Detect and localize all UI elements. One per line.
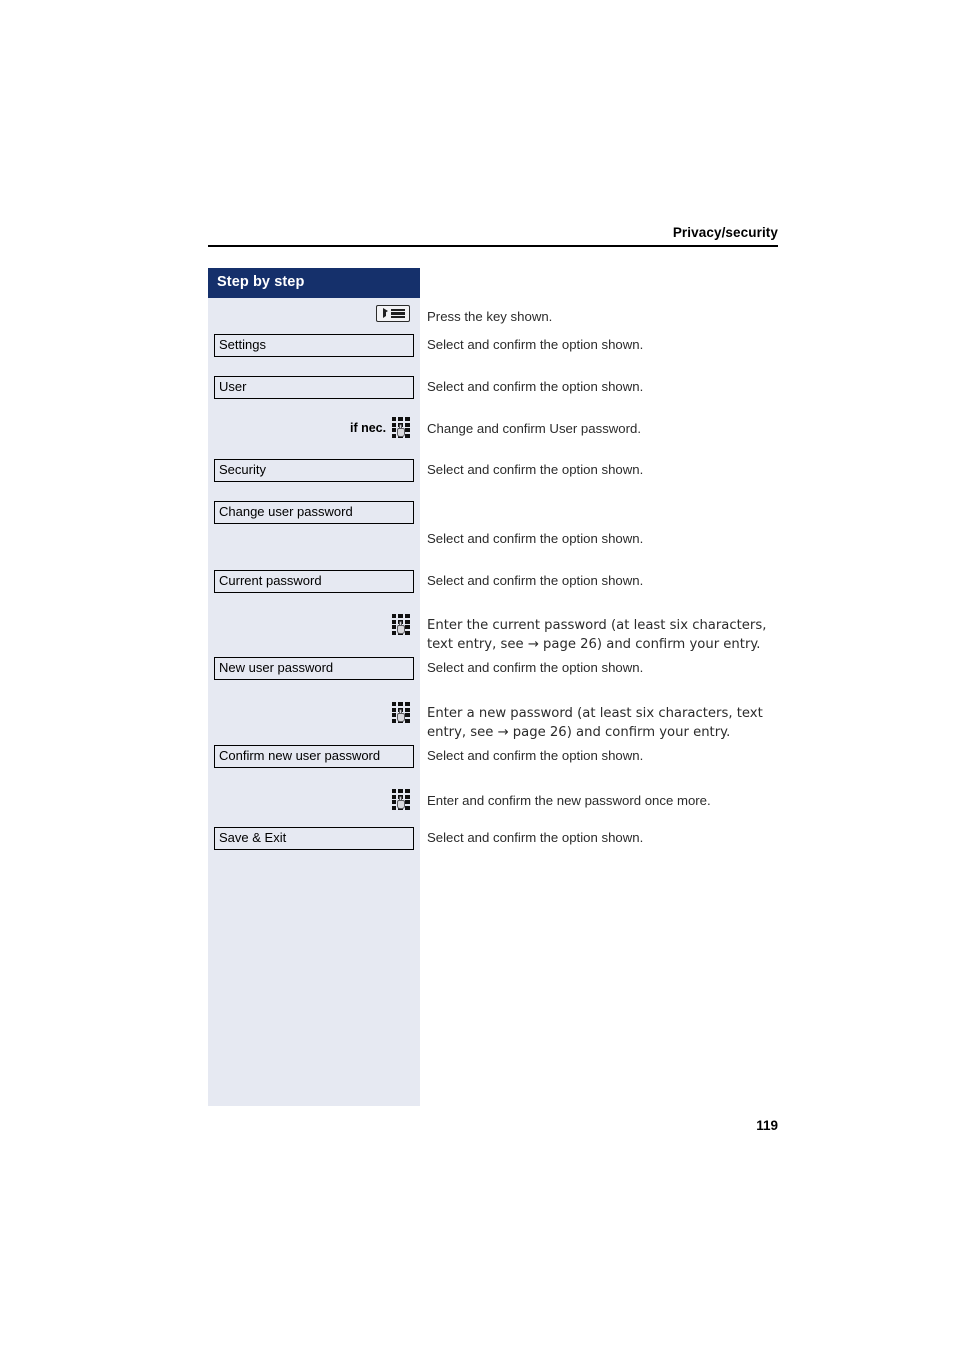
menu-item-change-user-password[interactable]: Change user password — [214, 501, 414, 524]
step-by-step-title: Step by step — [217, 274, 305, 290]
instruction-confirm-new-user-password: Select and confirm the option shown. — [427, 748, 644, 763]
menu-item-save-and-exit-label: Save & Exit — [219, 830, 287, 845]
instruction-settings: Select and confirm the option shown. — [427, 337, 644, 352]
keypad-icon[interactable] — [391, 614, 410, 635]
menu-key-icon[interactable] — [375, 305, 410, 323]
keypad-icon[interactable] — [391, 702, 410, 723]
page-number: 119 — [756, 1118, 778, 1133]
menu-item-security-label: Security — [219, 462, 266, 477]
menu-item-user-label: User — [219, 379, 247, 394]
instruction-new-user-password: Select and confirm the option shown. — [427, 660, 644, 675]
page-title: Privacy/security — [672, 225, 778, 240]
menu-item-confirm-new-user-password-label: Confirm new user password — [219, 748, 381, 763]
menu-item-change-user-password-label: Change user password — [219, 504, 353, 519]
instruction-security: Select and confirm the option shown. — [427, 462, 644, 477]
menu-item-security[interactable]: Security — [214, 459, 414, 482]
hand-pointer-icon — [396, 796, 405, 809]
instruction-save-and-exit: Select and confirm the option shown. — [427, 830, 644, 845]
instruction-user-password: Change and confirm User password. — [427, 421, 642, 436]
menu-item-current-password-label: Current password — [219, 573, 322, 588]
step-icon-press-key — [208, 305, 420, 323]
menu-item-confirm-new-user-password[interactable]: Confirm new user password — [214, 745, 414, 768]
menu-item-settings-label: Settings — [219, 337, 266, 352]
step-by-step-title-bar: Step by step — [208, 268, 420, 298]
menu-item-user[interactable]: User — [214, 376, 414, 399]
step-icon-reenter-new-password — [208, 789, 420, 810]
hand-pointer-icon — [396, 621, 405, 634]
instruction-enter-new-password: Enter a new password (at least six chara… — [427, 706, 763, 740]
instruction-user: Select and confirm the option shown. — [427, 379, 644, 394]
menu-item-save-and-exit[interactable]: Save & Exit — [214, 827, 414, 850]
menu-item-current-password[interactable]: Current password — [214, 570, 414, 593]
hand-pointer-icon — [396, 709, 405, 722]
instruction-current-password: Select and confirm the option shown. — [427, 573, 644, 588]
hand-pointer-icon — [396, 424, 405, 437]
instruction-reenter-new-password: Enter and confirm the new password once … — [427, 793, 711, 808]
step-icon-enter-new-password — [208, 702, 420, 723]
if-necessary-label: if nec. — [349, 420, 387, 435]
instruction-press-key: Press the key shown. — [427, 309, 553, 324]
step-icon-enter-current-password — [208, 614, 420, 635]
instruction-change-user-password: Select and confirm the option shown. — [427, 531, 644, 546]
running-header: Privacy/security — [208, 224, 778, 242]
keypad-icon[interactable] — [391, 789, 410, 810]
keypad-icon[interactable] — [391, 417, 410, 438]
menu-item-new-user-password[interactable]: New user password — [214, 657, 414, 680]
step-icon-user-password: if nec. — [208, 417, 420, 438]
header-rule — [208, 245, 778, 247]
instruction-enter-current-password: Enter the current password (at least six… — [427, 618, 767, 652]
menu-item-new-user-password-label: New user password — [219, 660, 334, 675]
menu-item-settings[interactable]: Settings — [214, 334, 414, 357]
